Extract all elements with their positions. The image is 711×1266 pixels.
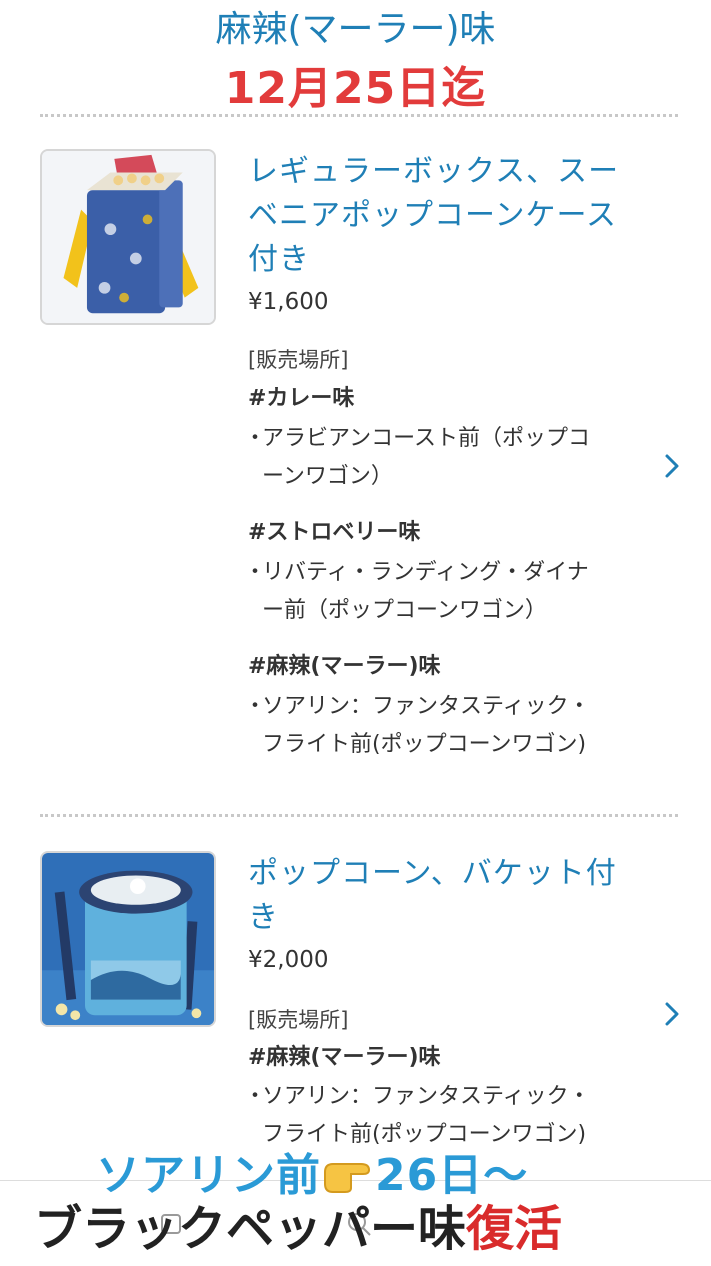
chevron-right-icon[interactable] — [660, 998, 684, 1030]
overlay-caption-line2: ブラックペッパー味復活 — [34, 1198, 562, 1260]
overlay-caption-line1: ソアリン前 26日〜 — [96, 1148, 528, 1204]
flavor-title-mala: #麻辣(マーラー)味 — [248, 1045, 441, 1070]
divider — [40, 814, 678, 817]
bullet: ・ — [244, 1084, 267, 1109]
bullet: ・ — [244, 694, 267, 719]
shop-location-mala: ・ ソアリン：ファンタスティック・ フライト前(ポップコーンワゴン) — [244, 1078, 644, 1154]
product-name-line: ベニアポップコーンケース — [248, 198, 617, 233]
product-image-souvenir-case[interactable] — [40, 149, 216, 325]
shop-location-heading: [販売場所] — [248, 1008, 349, 1032]
product-name-line: 付き — [248, 242, 310, 277]
shop-location-curry: ・ アラビアンコースト前（ポップコ ーンワゴン） — [244, 420, 644, 496]
product-name-line: レギュラーボックス、スー — [248, 154, 620, 189]
bullet: ・ — [244, 560, 267, 585]
shop-line: アラビアンコースト前（ポップコ — [262, 426, 591, 451]
overlay-highlight-text: 復活 — [466, 1201, 563, 1257]
product-name-line: ポップコーン、バケット付 — [248, 856, 617, 891]
overlay-text: 26日〜 — [375, 1150, 529, 1201]
product-name[interactable]: レギュラーボックス、スー ベニアポップコーンケース 付き — [248, 150, 648, 282]
shop-location-heading: [販売場所] — [248, 348, 349, 372]
shop-line: ソアリン：ファンタスティック・ — [262, 1084, 591, 1109]
product-name-line: き — [248, 900, 279, 935]
product-price: ¥1,600 — [248, 289, 329, 315]
pointing-hand-icon — [321, 1152, 375, 1193]
shop-line: フライト前(ポップコーンワゴン) — [262, 732, 587, 757]
flavor-title-curry: #カレー味 — [248, 386, 355, 411]
shop-location-mala: ・ ソアリン：ファンタスティック・ フライト前(ポップコーンワゴン) — [244, 688, 644, 764]
divider — [40, 114, 678, 117]
chevron-right-icon[interactable] — [660, 450, 684, 482]
end-date-label: 12月25日迄 — [224, 63, 487, 114]
shop-line: ー前（ポップコーンワゴン） — [262, 598, 547, 623]
shop-location-strawberry: ・ リバティ・ランディング・ダイナ ー前（ポップコーンワゴン） — [244, 554, 644, 630]
page-title: 麻辣(マーラー)味 — [215, 9, 496, 50]
popcorn-case-illustration — [42, 151, 214, 323]
shop-line: リバティ・ランディング・ダイナ — [262, 560, 589, 585]
popcorn-bucket-illustration — [42, 853, 214, 1025]
flavor-title-mala: #麻辣(マーラー)味 — [248, 654, 441, 679]
product-image-bucket[interactable] — [40, 851, 216, 1027]
bullet: ・ — [244, 426, 267, 451]
shop-line: ーンワゴン） — [262, 464, 393, 489]
product-name[interactable]: ポップコーン、バケット付 き — [248, 852, 648, 940]
flavor-title-strawberry: #ストロベリー味 — [248, 520, 421, 545]
product-price: ¥2,000 — [248, 947, 329, 973]
overlay-text: ソアリン前 — [96, 1150, 321, 1201]
shop-line: ソアリン：ファンタスティック・ — [262, 694, 591, 719]
overlay-text: ブラックペッパー味 — [34, 1201, 467, 1257]
